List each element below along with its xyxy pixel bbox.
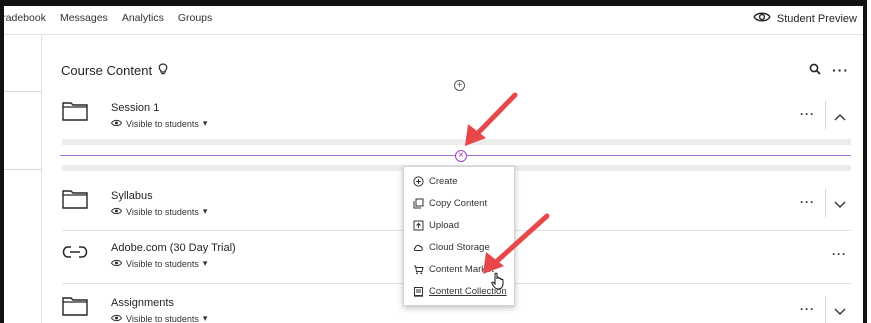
- tab-analytics[interactable]: Analytics: [122, 12, 164, 24]
- eye-icon: [110, 207, 123, 217]
- item-more-icon[interactable]: ···: [832, 247, 847, 261]
- visibility-dropdown[interactable]: Visible to students ▾: [110, 118, 208, 129]
- item-divider: [825, 296, 826, 323]
- visibility-dropdown[interactable]: Visible to students ▾: [110, 258, 208, 269]
- student-preview-button[interactable]: Student Preview: [753, 11, 857, 26]
- course-content-header: Course Content: [61, 63, 168, 78]
- item-more-icon[interactable]: ···: [800, 302, 815, 316]
- chevron-down-icon[interactable]: [834, 196, 846, 214]
- copy-icon: [412, 197, 424, 209]
- tab-messages[interactable]: Messages: [60, 12, 108, 24]
- menu-item-cloud-storage[interactable]: Cloud Storage: [404, 236, 514, 258]
- hand-cursor-icon: [491, 272, 505, 295]
- left-divider: [4, 169, 41, 170]
- expanded-folder-area: [62, 139, 851, 145]
- upload-icon: [412, 219, 424, 231]
- chevron-down-icon[interactable]: [834, 303, 846, 321]
- lightbulb-icon[interactable]: [158, 63, 168, 78]
- tab-groups[interactable]: Groups: [178, 12, 212, 24]
- menu-item-label: Copy Content: [429, 197, 488, 209]
- chevron-up-icon[interactable]: [834, 108, 846, 126]
- eye-preview-icon: [753, 11, 771, 26]
- visibility-label: Visible to students: [126, 313, 199, 323]
- item-title[interactable]: Adobe.com (30 Day Trial): [111, 242, 236, 254]
- left-panel: [4, 35, 42, 323]
- eye-icon: [110, 314, 123, 323]
- item-title[interactable]: Assignments: [111, 297, 174, 309]
- course-tabs: Gradebook Messages Analytics Groups: [4, 12, 212, 24]
- item-title[interactable]: Session 1: [111, 102, 159, 114]
- menu-item-label: Content Market: [429, 263, 494, 275]
- visibility-label: Visible to students: [126, 258, 199, 269]
- item-divider: [825, 101, 826, 129]
- visibility-dropdown[interactable]: Visible to students ▾: [110, 206, 208, 217]
- cloud-icon: [412, 241, 424, 253]
- menu-item-label: Create: [429, 175, 458, 187]
- folder-icon: [62, 189, 88, 214]
- close-add-menu-icon[interactable]: ×: [455, 150, 467, 162]
- visibility-dropdown[interactable]: Visible to students ▾: [110, 313, 208, 323]
- more-options-icon[interactable]: ···: [832, 62, 849, 78]
- left-divider: [4, 91, 41, 92]
- page-title: Course Content: [61, 63, 153, 78]
- content-item-session-1: Session 1 Visible to students ▾ ···: [62, 101, 851, 141]
- collection-icon: [412, 285, 424, 297]
- menu-item-copy-content[interactable]: Copy Content: [404, 192, 514, 214]
- tab-gradebook[interactable]: Gradebook: [4, 12, 46, 24]
- link-icon: [62, 244, 88, 265]
- menu-item-label: Upload: [429, 219, 460, 231]
- visibility-label: Visible to students: [126, 118, 199, 129]
- menu-item-label: Cloud Storage: [429, 241, 490, 253]
- caret-down-icon: ▾: [202, 206, 208, 216]
- menu-item-upload[interactable]: Upload: [404, 214, 514, 236]
- plus-circle-icon: [412, 175, 424, 187]
- caret-down-icon: ▾: [202, 258, 208, 268]
- caret-down-icon: ▾: [202, 313, 208, 323]
- item-divider: [825, 189, 826, 217]
- market-icon: [412, 263, 424, 275]
- item-more-icon[interactable]: ···: [800, 195, 815, 209]
- top-nav: Gradebook Messages Analytics Groups Stud…: [4, 6, 863, 35]
- menu-item-create[interactable]: Create: [404, 170, 514, 192]
- folder-icon: [62, 296, 88, 321]
- search-icon[interactable]: [809, 62, 821, 80]
- visibility-label: Visible to students: [126, 206, 199, 217]
- item-title[interactable]: Syllabus: [111, 190, 153, 202]
- student-preview-label: Student Preview: [776, 12, 857, 25]
- folder-icon: [62, 101, 88, 126]
- caret-down-icon: ▾: [202, 118, 208, 128]
- eye-icon: [110, 259, 123, 269]
- add-content-plus-icon[interactable]: +: [454, 80, 465, 91]
- eye-icon: [110, 119, 123, 129]
- app-window: Gradebook Messages Analytics Groups Stud…: [0, 0, 867, 323]
- item-more-icon[interactable]: ···: [800, 107, 815, 121]
